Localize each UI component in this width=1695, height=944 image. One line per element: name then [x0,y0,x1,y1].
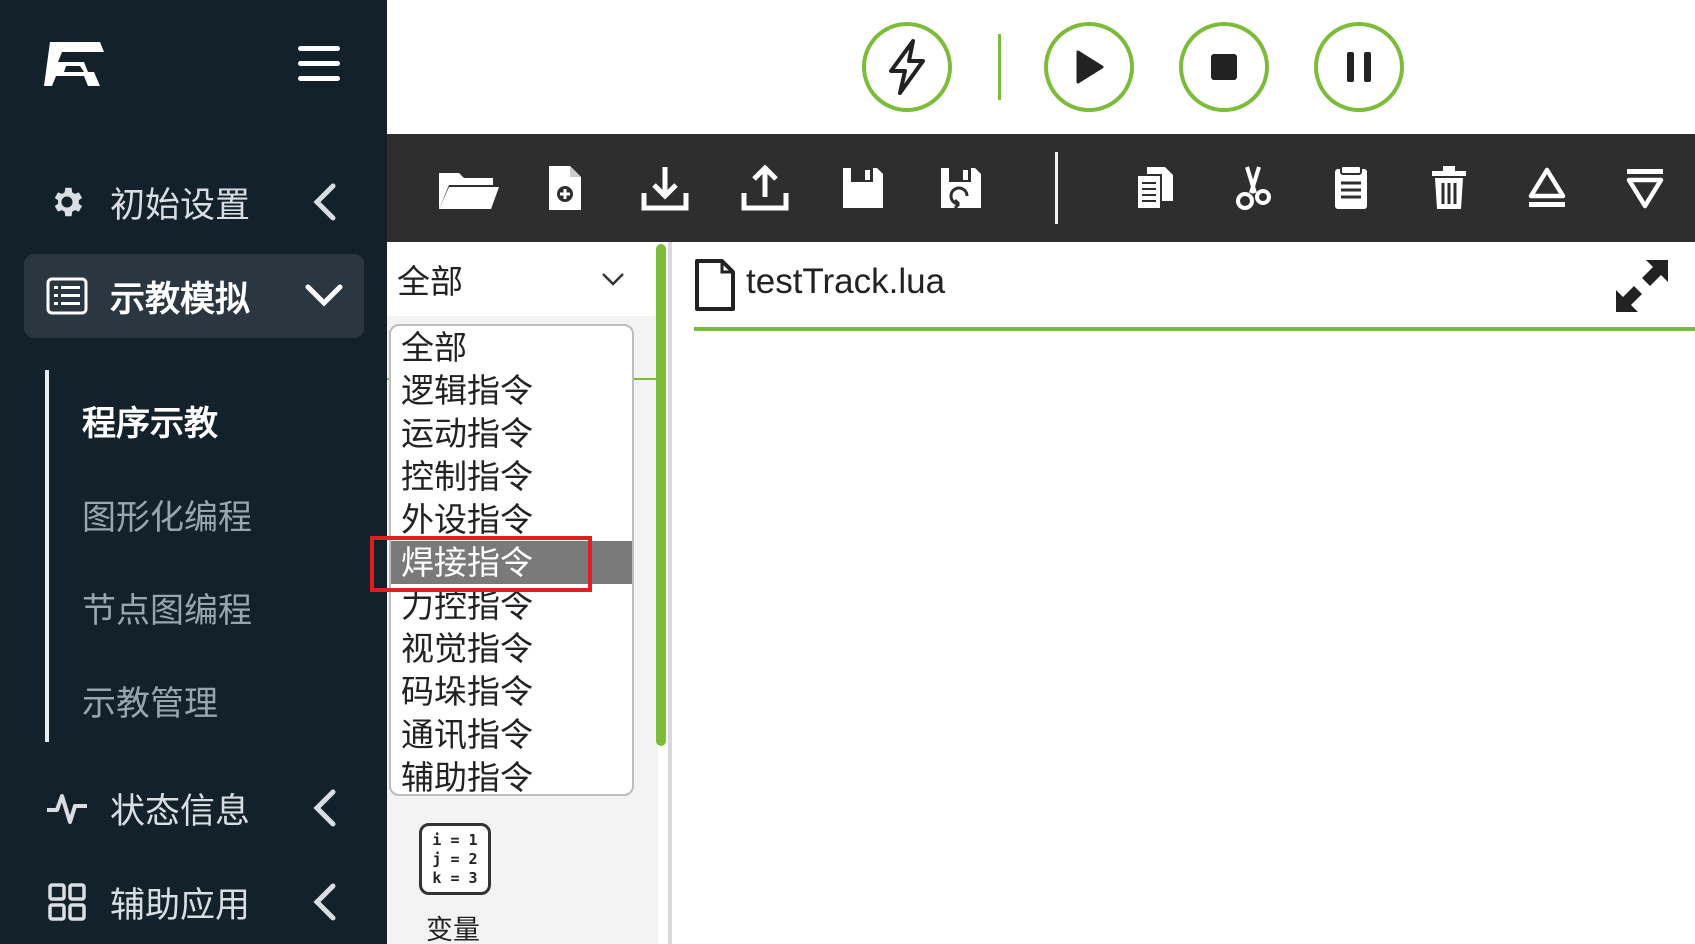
submenu-item-graphical-programming[interactable]: 图形化编程 [82,490,252,539]
play-icon [1076,50,1104,84]
chevron-down-icon [602,273,624,286]
paste-icon[interactable] [1323,160,1379,216]
highlight-box [370,536,592,592]
dropdown-option-peripheral[interactable]: 外设指令 [391,498,632,541]
variable-line: i = 1 [432,830,478,849]
sidebar-item-label: 初始设置 [110,185,251,225]
file-icon [695,259,735,311]
submenu-item-teach-management[interactable]: 示教管理 [82,676,218,725]
dropdown-option-all[interactable]: 全部 [391,326,632,369]
sidebar-item-label: 辅助应用 [110,885,251,925]
sidebar-item-initial-settings[interactable]: 初始设置 [24,160,364,244]
panel-border [668,242,672,944]
run-button[interactable] [1044,22,1134,112]
stop-button[interactable] [1179,22,1269,112]
pulse-icon [44,785,90,831]
download-icon[interactable] [637,160,693,216]
delete-icon[interactable] [1421,160,1477,216]
sidebar-item-aux-apps[interactable]: 辅助应用 [24,860,364,944]
sidebar-item-label: 状态信息 [110,791,251,831]
dropdown-option-communication[interactable]: 通讯指令 [391,713,632,756]
sidebar-item-teach-simulation[interactable]: 示教模拟 [24,254,364,338]
submenu-item-node-programming[interactable]: 节点图编程 [82,583,252,632]
sidebar-item-status-info[interactable]: 状态信息 [24,766,364,850]
stop-icon [1211,54,1237,80]
hamburger-icon[interactable] [298,46,340,84]
dropdown-option-control[interactable]: 控制指令 [391,455,632,498]
open-folder-icon[interactable] [437,160,501,216]
chevron-left-icon [304,788,344,828]
editor-divider [694,327,1695,331]
enable-button[interactable] [862,22,952,112]
panel-scrollbar[interactable] [656,244,666,746]
upload-icon[interactable] [737,160,793,216]
dropdown-option-motion[interactable]: 运动指令 [391,412,632,455]
instruction-category-select[interactable]: 全部 [387,242,658,316]
chevron-left-icon [304,882,344,922]
chevron-left-icon [304,182,344,222]
toolbar-separator [1055,152,1058,224]
grid-icon [44,879,90,925]
expand-icon[interactable] [1612,256,1672,316]
control-separator [998,34,1001,100]
sidebar-item-label: 示教模拟 [110,279,251,319]
list-icon [44,273,90,319]
submenu-line [45,370,49,742]
variable-label: 变量 [426,915,480,944]
variable-icon[interactable]: i = 1 j = 2 k = 3 [419,823,491,895]
dropdown-option-logic[interactable]: 逻辑指令 [391,369,632,412]
save-icon[interactable] [835,160,891,216]
new-file-icon[interactable] [537,160,593,216]
select-value: 全部 [397,263,463,300]
sidebar: 初始设置 示教模拟 程序示教 图形化编程 节点图编程 示教管理 状态信息 辅助应… [0,0,387,944]
dropdown-option-palletizing[interactable]: 码垛指令 [391,670,632,713]
move-up-icon[interactable] [1519,160,1575,216]
pause-button[interactable] [1314,22,1404,112]
pause-icon [1347,52,1371,82]
gear-icon [44,179,90,225]
variable-line: j = 2 [432,849,478,868]
cut-icon[interactable] [1225,160,1281,216]
file-name: testTrack.lua [746,262,946,301]
variable-line: k = 3 [432,868,478,887]
lightning-icon [889,39,925,95]
move-down-icon[interactable] [1617,160,1673,216]
dropdown-option-vision[interactable]: 视觉指令 [391,627,632,670]
robot-logo[interactable] [44,38,108,90]
dropdown-option-auxiliary[interactable]: 辅助指令 [391,756,632,794]
save-as-icon[interactable] [933,160,989,216]
submenu-item-program-teach[interactable]: 程序示教 [82,396,218,445]
chevron-down-icon [304,276,344,316]
copy-icon[interactable] [1127,160,1183,216]
toolbar [387,134,1695,242]
